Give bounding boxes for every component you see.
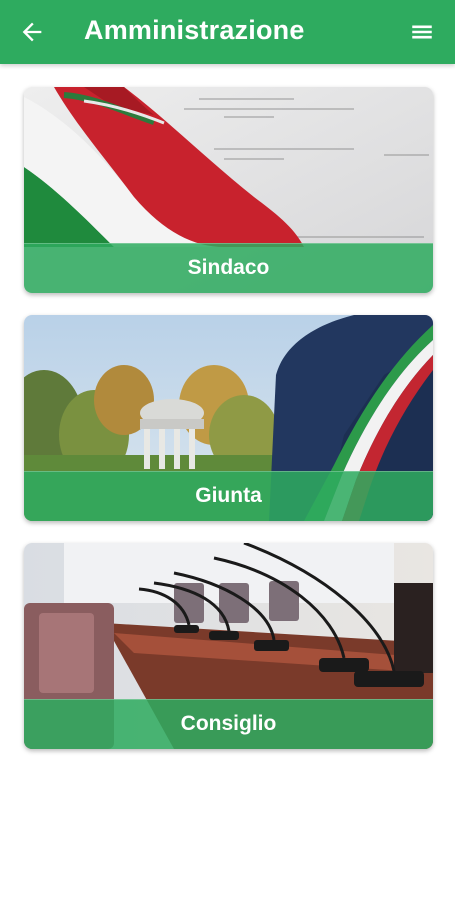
- card-consiglio[interactable]: Consiglio: [24, 543, 433, 749]
- app-bar: Amministrazione: [0, 0, 455, 64]
- page-title: Amministrazione: [84, 15, 305, 45]
- card-label: Consiglio: [180, 712, 277, 735]
- card-label: Sindaco: [187, 256, 270, 279]
- arrow-left-icon[interactable]: [18, 18, 46, 46]
- card-label: Giunta: [195, 484, 262, 507]
- hamburger-menu-icon[interactable]: [409, 19, 435, 45]
- card-giunta[interactable]: Giunta: [24, 315, 433, 521]
- card-sindaco[interactable]: Sindaco: [24, 87, 433, 293]
